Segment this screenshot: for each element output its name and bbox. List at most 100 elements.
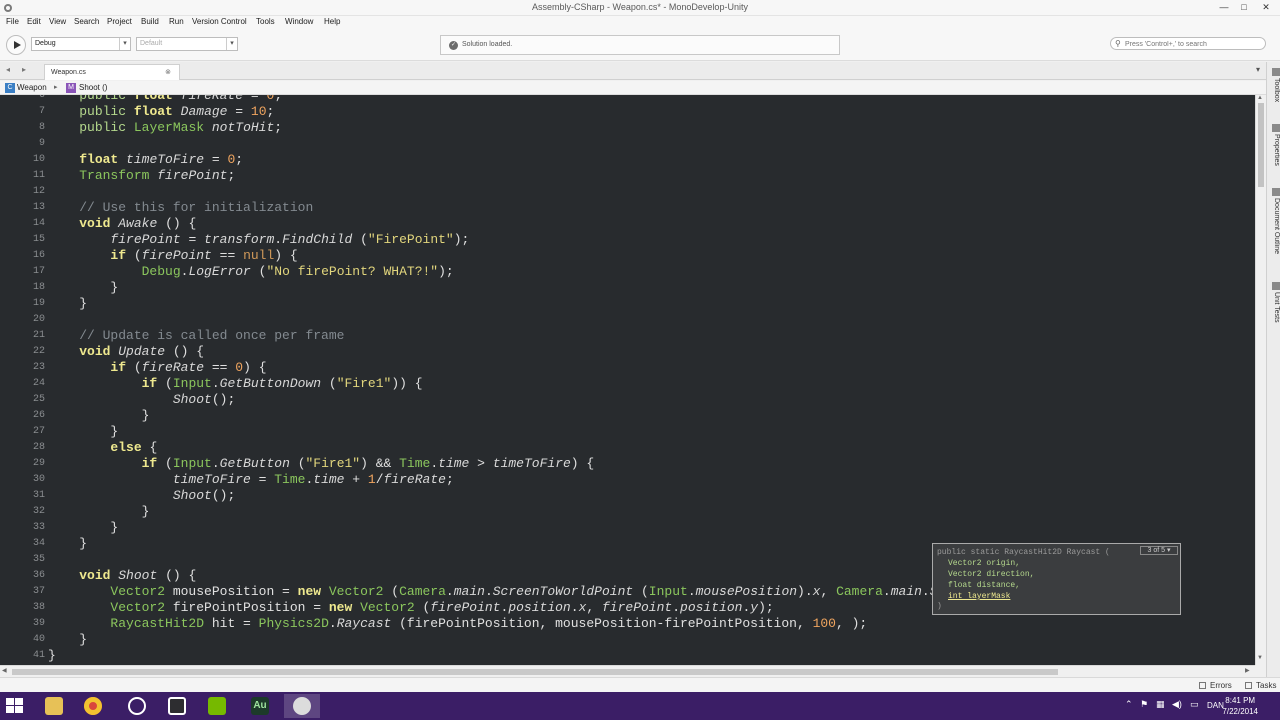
- code-text[interactable]: }: [48, 408, 150, 423]
- taskbar-chrome[interactable]: [75, 694, 111, 718]
- code-text[interactable]: Transform firePoint;: [48, 168, 235, 183]
- code-line[interactable]: 6 public float fireRate = 0;: [0, 95, 1255, 104]
- code-text[interactable]: }: [48, 648, 56, 663]
- code-text[interactable]: Debug.LogError ("No firePoint? WHAT?!");: [48, 264, 454, 279]
- code-text[interactable]: Shoot();: [48, 392, 235, 407]
- tray-volume-icon[interactable]: ◀): [1172, 699, 1182, 710]
- tab-scroll-right-icon[interactable]: ▸: [22, 65, 26, 74]
- code-text[interactable]: }: [48, 504, 150, 519]
- close-tab-icon[interactable]: ⊗: [165, 68, 171, 76]
- vertical-scrollbar[interactable]: ▲ ▼: [1255, 95, 1266, 665]
- maximize-button[interactable]: □: [1234, 0, 1254, 14]
- code-line[interactable]: 26 }: [0, 408, 1255, 424]
- taskbar-file-explorer[interactable]: [36, 694, 72, 718]
- code-line[interactable]: 21 // Update is called once per frame: [0, 328, 1255, 344]
- code-line[interactable]: 39 RaycastHit2D hit = Physics2D.Raycast …: [0, 616, 1255, 632]
- code-line[interactable]: 32 }: [0, 504, 1255, 520]
- code-text[interactable]: }: [48, 424, 118, 439]
- errors-pad-button[interactable]: Errors: [1210, 681, 1232, 690]
- code-text[interactable]: // Use this for initialization: [48, 200, 313, 215]
- code-line[interactable]: 19 }: [0, 296, 1255, 312]
- taskbar-visual-studio[interactable]: [159, 694, 195, 718]
- code-line[interactable]: 14 void Awake () {: [0, 216, 1255, 232]
- menu-build[interactable]: Build: [141, 17, 159, 26]
- taskbar-unity[interactable]: [119, 694, 155, 718]
- close-button[interactable]: ✕: [1256, 0, 1276, 14]
- code-line[interactable]: 27 }: [0, 424, 1255, 440]
- code-text[interactable]: void Shoot () {: [48, 568, 196, 583]
- language-indicator[interactable]: DAN: [1207, 701, 1224, 710]
- code-text[interactable]: void Update () {: [48, 344, 204, 359]
- menu-project[interactable]: Project: [107, 17, 132, 26]
- code-text[interactable]: }: [48, 520, 118, 535]
- platform-select[interactable]: Default ▾: [136, 37, 238, 51]
- code-text[interactable]: else {: [48, 440, 157, 455]
- code-line[interactable]: 28 else {: [0, 440, 1255, 456]
- code-text[interactable]: }: [48, 536, 87, 551]
- menu-run[interactable]: Run: [169, 17, 184, 26]
- code-line[interactable]: 8 public LayerMask notToHit;: [0, 120, 1255, 136]
- code-line[interactable]: 33 }: [0, 520, 1255, 536]
- code-text[interactable]: if (firePoint == null) {: [48, 248, 297, 263]
- code-line[interactable]: 15 firePoint = transform.FindChild ("Fir…: [0, 232, 1255, 248]
- code-line[interactable]: 24 if (Input.GetButtonDown ("Fire1")) {: [0, 376, 1255, 392]
- tray-flag-icon[interactable]: ⚑: [1140, 699, 1148, 710]
- pad-properties[interactable]: Properties: [1268, 124, 1280, 166]
- breadcrumb-class[interactable]: Weapon: [17, 83, 47, 92]
- tab-list-dropdown-icon[interactable]: ▾: [1256, 65, 1260, 74]
- menu-help[interactable]: Help: [324, 17, 340, 26]
- run-button[interactable]: [6, 35, 26, 55]
- code-text[interactable]: }: [48, 632, 87, 647]
- menu-version-control[interactable]: Version Control: [192, 17, 247, 26]
- code-line[interactable]: 20: [0, 312, 1255, 328]
- code-text[interactable]: public LayerMask notToHit;: [48, 120, 282, 135]
- code-line[interactable]: 25 Shoot();: [0, 392, 1255, 408]
- code-line[interactable]: 40 }: [0, 632, 1255, 648]
- code-line[interactable]: 29 if (Input.GetButton ("Fire1") && Time…: [0, 456, 1255, 472]
- code-line[interactable]: 22 void Update () {: [0, 344, 1255, 360]
- menu-search[interactable]: Search: [74, 17, 99, 26]
- code-text[interactable]: firePoint = transform.FindChild ("FirePo…: [48, 232, 469, 247]
- menu-window[interactable]: Window: [285, 17, 313, 26]
- scroll-down-icon[interactable]: ▼: [1257, 655, 1263, 661]
- tray-display-icon[interactable]: ▭: [1190, 699, 1199, 710]
- code-text[interactable]: Shoot();: [48, 488, 235, 503]
- search-input[interactable]: [1125, 39, 1263, 49]
- pad-unit-tests[interactable]: Unit Tests: [1268, 282, 1280, 323]
- search-box[interactable]: ⚲: [1110, 37, 1266, 50]
- code-line[interactable]: 31 Shoot();: [0, 488, 1255, 504]
- code-text[interactable]: timeToFire = Time.time + 1/fireRate;: [48, 472, 454, 487]
- taskbar-clock[interactable]: 8:41 PM 7/22/2014: [1222, 695, 1258, 717]
- code-text[interactable]: RaycastHit2D hit = Physics2D.Raycast (fi…: [48, 616, 867, 631]
- code-text[interactable]: if (fireRate == 0) {: [48, 360, 266, 375]
- configuration-select[interactable]: Debug ▾: [31, 37, 131, 51]
- minimize-button[interactable]: —: [1214, 0, 1234, 14]
- code-line[interactable]: 18 }: [0, 280, 1255, 296]
- windows-start-icon[interactable]: [6, 698, 24, 714]
- horizontal-scrollbar[interactable]: ◀ ▶: [0, 665, 1255, 677]
- tasks-pad-button[interactable]: Tasks: [1256, 681, 1276, 690]
- menu-edit[interactable]: Edit: [27, 17, 41, 26]
- taskbar-audition[interactable]: Au: [242, 694, 278, 718]
- pad-toolbox[interactable]: Toolbox: [1268, 68, 1280, 102]
- code-text[interactable]: public float Damage = 10;: [48, 104, 274, 119]
- code-line[interactable]: 9: [0, 136, 1255, 152]
- tab-weapon-cs[interactable]: Weapon.cs ⊗: [44, 64, 180, 80]
- code-line[interactable]: 23 if (fireRate == 0) {: [0, 360, 1255, 376]
- scroll-left-icon[interactable]: ◀: [2, 667, 7, 674]
- code-text[interactable]: if (Input.GetButtonDown ("Fire1")) {: [48, 376, 423, 391]
- code-line[interactable]: 7 public float Damage = 10;: [0, 104, 1255, 120]
- menu-tools[interactable]: Tools: [256, 17, 275, 26]
- code-line[interactable]: 41}: [0, 648, 1255, 664]
- code-text[interactable]: public float fireRate = 0;: [48, 95, 282, 103]
- code-text[interactable]: void Awake () {: [48, 216, 196, 231]
- code-text[interactable]: Vector2 firePointPosition = new Vector2 …: [48, 600, 773, 615]
- code-line[interactable]: 13 // Use this for initialization: [0, 200, 1255, 216]
- taskbar-monodevelop[interactable]: [284, 694, 320, 718]
- code-line[interactable]: 12: [0, 184, 1255, 200]
- scroll-thumb[interactable]: [1258, 103, 1264, 187]
- tab-scroll-left-icon[interactable]: ◂: [6, 65, 10, 74]
- scroll-up-icon[interactable]: ▲: [1257, 95, 1263, 101]
- scroll-right-icon[interactable]: ▶: [1245, 667, 1250, 674]
- code-text[interactable]: }: [48, 296, 87, 311]
